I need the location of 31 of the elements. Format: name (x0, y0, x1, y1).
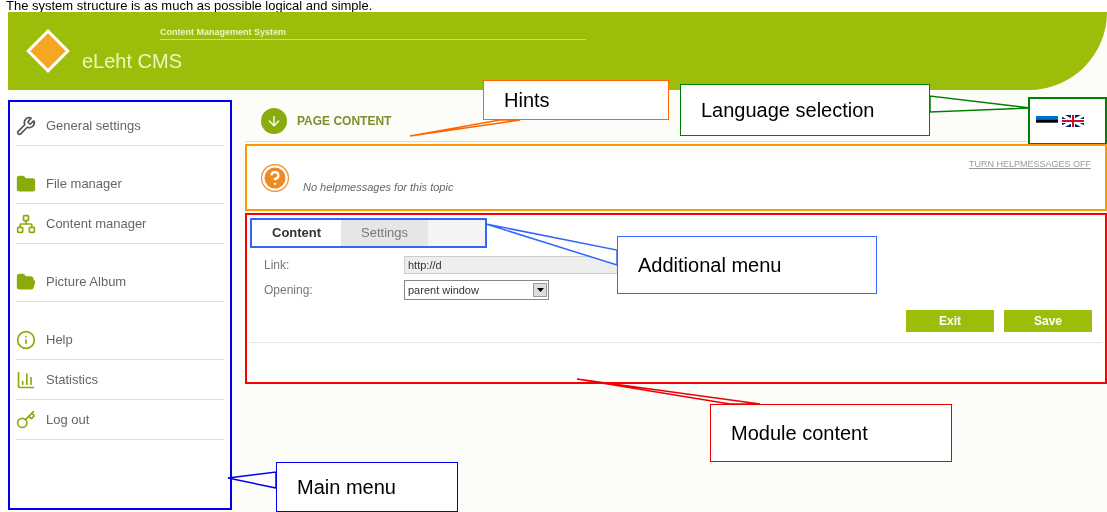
menu-item[interactable]: Help (16, 320, 224, 360)
menu-item[interactable]: Picture Album (16, 262, 224, 302)
field-label: Opening: (264, 282, 314, 299)
folder-icon (16, 271, 36, 292)
info-icon (16, 329, 36, 350)
flag-icon[interactable] (1062, 114, 1084, 127)
page-title: PAGE CONTENT (297, 112, 392, 130)
hint-message: No helpmessages for this topic (303, 180, 454, 196)
field-label: Link: (264, 257, 291, 274)
tab[interactable]: Content (252, 220, 342, 246)
bar-chart-icon (16, 369, 36, 390)
header-subtitle: Content Management System (160, 25, 587, 41)
tab[interactable]: Settings (341, 220, 429, 246)
menu-item[interactable]: General settings (16, 106, 224, 146)
download-icon (261, 107, 287, 134)
wrench-icon (16, 115, 36, 136)
callout: Language selection (680, 84, 930, 136)
menu-item[interactable]: Content manager (16, 204, 224, 244)
menu-item[interactable]: Statistics (16, 360, 224, 400)
caret-icon (533, 283, 547, 297)
key-icon (16, 409, 36, 430)
flag-icon[interactable] (1036, 115, 1058, 126)
select-field[interactable]: parent window (404, 280, 549, 300)
hierarchy-icon (16, 213, 36, 234)
caption: The system structure is as much as possible logical and simple. (5, 0, 374, 12)
callout: Main menu (276, 462, 458, 512)
help-icon (261, 163, 289, 192)
brand-name: eLeht CMS (82, 49, 184, 75)
folder-icon (16, 173, 36, 194)
menu-item[interactable]: Log out (16, 400, 224, 440)
menu-item[interactable]: File manager (16, 164, 224, 204)
